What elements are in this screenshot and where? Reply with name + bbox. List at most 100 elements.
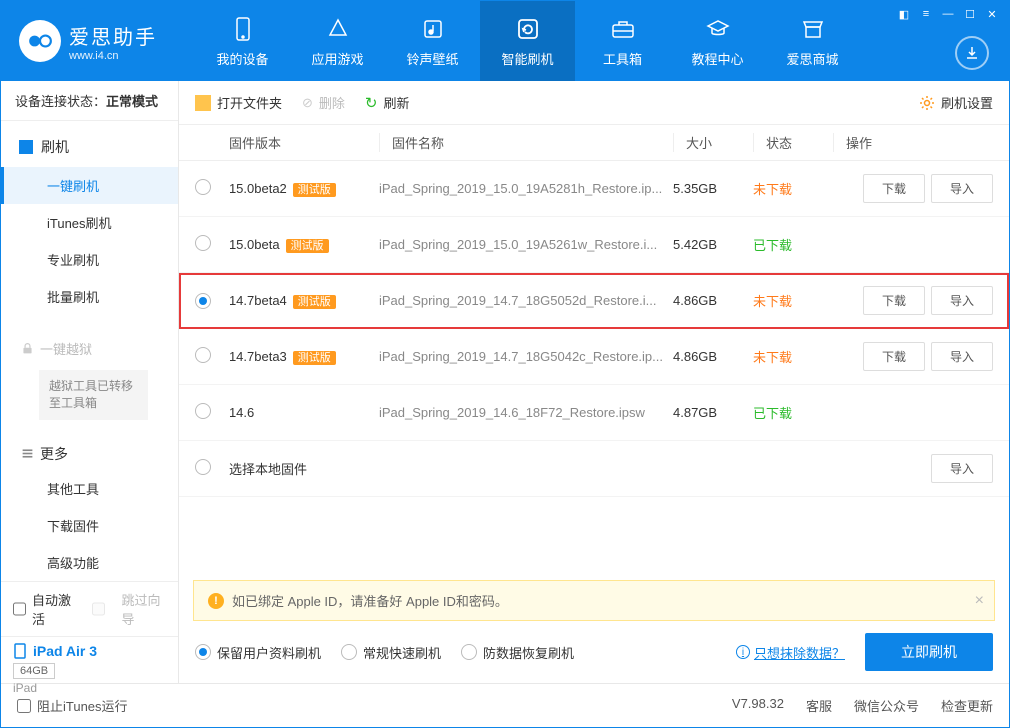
sidebar-pro-flash[interactable]: 专业刷机	[1, 241, 178, 278]
download-button[interactable]: 下载	[863, 286, 925, 315]
sidebar: 设备连接状态：正常模式 刷机 一键刷机 iTunes刷机 专业刷机 批量刷机 一…	[1, 81, 179, 683]
nav-shop[interactable]: 爱思商城	[765, 1, 860, 81]
apps-icon	[324, 15, 352, 43]
sidebar-download-firmware[interactable]: 下载固件	[1, 507, 178, 544]
check-update-link[interactable]: 检查更新	[941, 696, 993, 715]
radio-button[interactable]	[195, 403, 211, 419]
toolbox-icon	[609, 15, 637, 43]
music-icon	[419, 15, 447, 43]
sidebar-oneclick-flash[interactable]: 一键刷机	[1, 167, 178, 204]
table-header: 固件版本 固件名称 大小 状态 操作	[179, 125, 1009, 161]
download-button[interactable]: 下载	[863, 174, 925, 203]
close-icon[interactable]: ✕	[985, 7, 999, 21]
sidebar-other-tools[interactable]: 其他工具	[1, 470, 178, 507]
sidebar-jailbreak-header: 一键越狱	[1, 329, 178, 364]
option-keep-data[interactable]: 保留用户资料刷机	[195, 643, 321, 662]
sidebar-flash-header[interactable]: 刷机	[1, 127, 178, 167]
firmware-version: 14.7beta3	[229, 349, 287, 364]
option-quick-flash[interactable]: 常规快速刷机	[341, 643, 441, 662]
refresh-button[interactable]: ↻刷新	[365, 93, 410, 112]
connection-status: 设备连接状态：正常模式	[1, 81, 178, 121]
sidebar-advanced[interactable]: 高级功能	[1, 544, 178, 581]
refresh-icon: ↻	[365, 94, 378, 112]
sidebar-more-header[interactable]: 更多	[1, 434, 178, 470]
brand-title: 爱思助手	[69, 21, 157, 50]
cube-icon	[19, 140, 33, 154]
brand-logo: 爱思助手 www.i4.cn	[1, 20, 175, 62]
firmware-version: 14.7beta4	[229, 293, 287, 308]
firmware-status: 未下载	[753, 179, 833, 198]
firmware-version: 14.6	[229, 405, 254, 420]
jailbreak-note: 越狱工具已转移至工具箱	[39, 370, 148, 420]
flash-options-bar: 保留用户资料刷机 常规快速刷机 防数据恢复刷机 i只想抹除数据？ 立即刷机	[179, 621, 1009, 683]
maximize-icon[interactable]: ☐	[963, 7, 977, 21]
nav-my-device[interactable]: 我的设备	[195, 1, 290, 81]
radio-button[interactable]	[195, 459, 211, 475]
menu-icon	[21, 447, 34, 460]
menu-icon[interactable]: ≡	[919, 7, 933, 21]
firmware-row[interactable]: 14.7beta3 测试版 iPad_Spring_2019_14.7_18G50…	[179, 329, 1009, 385]
window-controls: ◧ ≡ — ☐ ✕	[897, 7, 999, 21]
info-icon: i	[736, 645, 750, 659]
download-button[interactable]: 下载	[863, 342, 925, 371]
beta-tag: 测试版	[293, 351, 336, 365]
main-content: 打开文件夹 ⊘删除 ↻刷新 刷机设置 固件版本 固件名称 大小 状态 操作 15…	[179, 81, 1009, 683]
radio-button[interactable]	[461, 644, 477, 660]
download-indicator[interactable]	[955, 36, 989, 70]
tablet-icon	[13, 643, 27, 659]
lock-icon	[21, 342, 34, 355]
storage-badge: 64GB	[13, 663, 55, 679]
firmware-version: 15.0beta	[229, 237, 280, 252]
radio-button[interactable]	[195, 644, 211, 660]
firmware-filename: iPad_Spring_2019_14.7_18G5042c_Restore.i…	[379, 349, 673, 364]
import-button[interactable]: 导入	[931, 286, 993, 315]
radio-button[interactable]	[195, 347, 211, 363]
nav-tutorials[interactable]: 教程中心	[670, 1, 765, 81]
flash-now-button[interactable]: 立即刷机	[865, 633, 993, 671]
warning-icon: !	[208, 593, 224, 609]
auto-activate-checkbox[interactable]	[13, 602, 26, 616]
firmware-status: 未下载	[753, 291, 833, 310]
apple-id-notice: ! 如已绑定 Apple ID，请准备好 Apple ID和密码。 ×	[193, 580, 995, 621]
radio-button[interactable]	[195, 235, 211, 251]
import-button[interactable]: 导入	[931, 454, 993, 483]
radio-button[interactable]	[195, 293, 211, 309]
flash-settings-button[interactable]: 刷机设置	[919, 93, 993, 112]
refresh-icon	[514, 15, 542, 43]
option-anti-recovery[interactable]: 防数据恢复刷机	[461, 643, 574, 662]
customer-service-link[interactable]: 客服	[806, 696, 832, 715]
minimize-icon[interactable]: —	[941, 7, 955, 21]
firmware-row[interactable]: 15.0beta2测试版 iPad_Spring_2019_15.0_19A52…	[179, 161, 1009, 217]
open-folder-button[interactable]: 打开文件夹	[195, 93, 282, 112]
firmware-size: 4.86GB	[673, 349, 753, 364]
firmware-version: 15.0beta2	[229, 181, 287, 196]
radio-button[interactable]	[341, 644, 357, 660]
sidebar-itunes-flash[interactable]: iTunes刷机	[1, 204, 178, 241]
firmware-row[interactable]: 14.6 iPad_Spring_2019_14.6_18F72_Restore…	[179, 385, 1009, 441]
import-button[interactable]: 导入	[931, 174, 993, 203]
firmware-row[interactable]: 15.0beta测试版 iPad_Spring_2019_15.0_19A526…	[179, 217, 1009, 273]
nav-flash[interactable]: 智能刷机	[480, 1, 575, 81]
block-itunes-checkbox[interactable]	[17, 699, 31, 713]
sidebar-batch-flash[interactable]: 批量刷机	[1, 278, 178, 315]
local-firmware-row[interactable]: 选择本地固件 导入	[179, 441, 1009, 497]
nav-toolbox[interactable]: 工具箱	[575, 1, 670, 81]
firmware-row[interactable]: 14.7beta4测试版 iPad_Spring_2019_14.7_18G50…	[179, 273, 1009, 329]
firmware-filename: iPad_Spring_2019_15.0_19A5281h_Restore.i…	[379, 181, 673, 196]
notice-close-button[interactable]: ×	[975, 592, 984, 610]
main-nav: 我的设备 应用游戏 铃声壁纸 智能刷机 工具箱 教程中心 爱思商城	[195, 1, 860, 81]
toolbar: 打开文件夹 ⊘删除 ↻刷新 刷机设置	[179, 81, 1009, 125]
delete-button: ⊘删除	[302, 93, 345, 112]
device-info[interactable]: iPad Air 3 64GB iPad	[1, 636, 178, 705]
radio-button[interactable]	[195, 179, 211, 195]
firmware-table-body: 15.0beta2 测试版 iPad_Spring_2019_15.0_19A52…	[179, 161, 1009, 441]
firmware-status: 已下载	[753, 235, 833, 254]
firmware-size: 4.86GB	[673, 293, 753, 308]
theme-icon[interactable]: ◧	[897, 7, 911, 21]
nav-ringtones[interactable]: 铃声壁纸	[385, 1, 480, 81]
nav-apps[interactable]: 应用游戏	[290, 1, 385, 81]
wechat-link[interactable]: 微信公众号	[854, 696, 919, 715]
skip-guide-label: 跳过向导	[121, 590, 165, 628]
erase-data-link[interactable]: i只想抹除数据？	[736, 643, 845, 662]
import-button[interactable]: 导入	[931, 342, 993, 371]
